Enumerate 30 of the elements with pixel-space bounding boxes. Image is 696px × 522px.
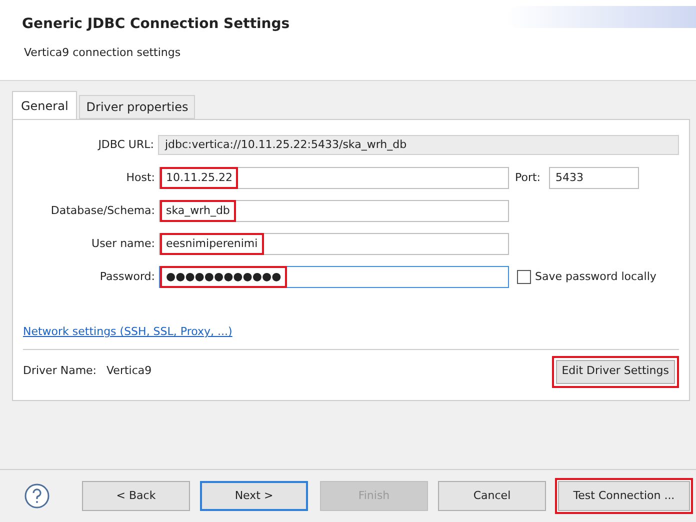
edit-driver-settings-button[interactable]: Edit Driver Settings	[552, 356, 679, 388]
input-field[interactable]: ska_wrh_db	[159, 200, 509, 222]
dialog-button[interactable]: < Back	[82, 481, 190, 511]
dialog-button[interactable]: Test Connection ...	[558, 481, 690, 511]
field-label: Host:	[125, 170, 155, 186]
dialog-button[interactable]: Next >	[200, 481, 308, 511]
input-field[interactable]: ●●●●●●●●●●●●	[159, 266, 509, 288]
tab[interactable]: General	[12, 91, 78, 119]
driver-name: Vertica9	[106, 363, 152, 380]
field-value: 10.11.25.22	[160, 166, 238, 190]
field-value: ●●●●●●●●●●●●	[160, 266, 288, 288]
input-field[interactable]: 5433	[548, 167, 639, 189]
field-label: Port:	[515, 170, 541, 186]
network-settings-link[interactable]: Network settings (SSH, SSL, Proxy, ...)	[23, 324, 232, 340]
field-label: JDBC URL:	[96, 136, 154, 153]
dialog-title: Generic JDBC Connection Settings	[22, 15, 290, 34]
dialog-button[interactable]: Cancel	[438, 481, 546, 511]
field-label: Password:	[98, 268, 155, 285]
help-icon[interactable]	[24, 483, 50, 509]
driver-label: Driver Name:	[23, 363, 97, 380]
tab[interactable]: Driver properties	[79, 95, 196, 119]
url-field: jdbc:vertica://10.11.25.22:5433/ska_wrh_db	[158, 135, 679, 155]
field-value: ska_wrh_db	[160, 200, 236, 222]
input-field[interactable]: eesnimiperenimi	[159, 233, 509, 255]
dialog-subtitle: Vertica9 connection settings	[24, 45, 182, 61]
field-label: User name:	[90, 236, 155, 252]
save-password-checkbox[interactable]: Save password locally	[517, 268, 656, 286]
input-field[interactable]: 10.11.25.22	[159, 167, 509, 189]
field-label: Database/Schema:	[50, 202, 155, 219]
field-value: eesnimiperenimi	[160, 232, 264, 256]
